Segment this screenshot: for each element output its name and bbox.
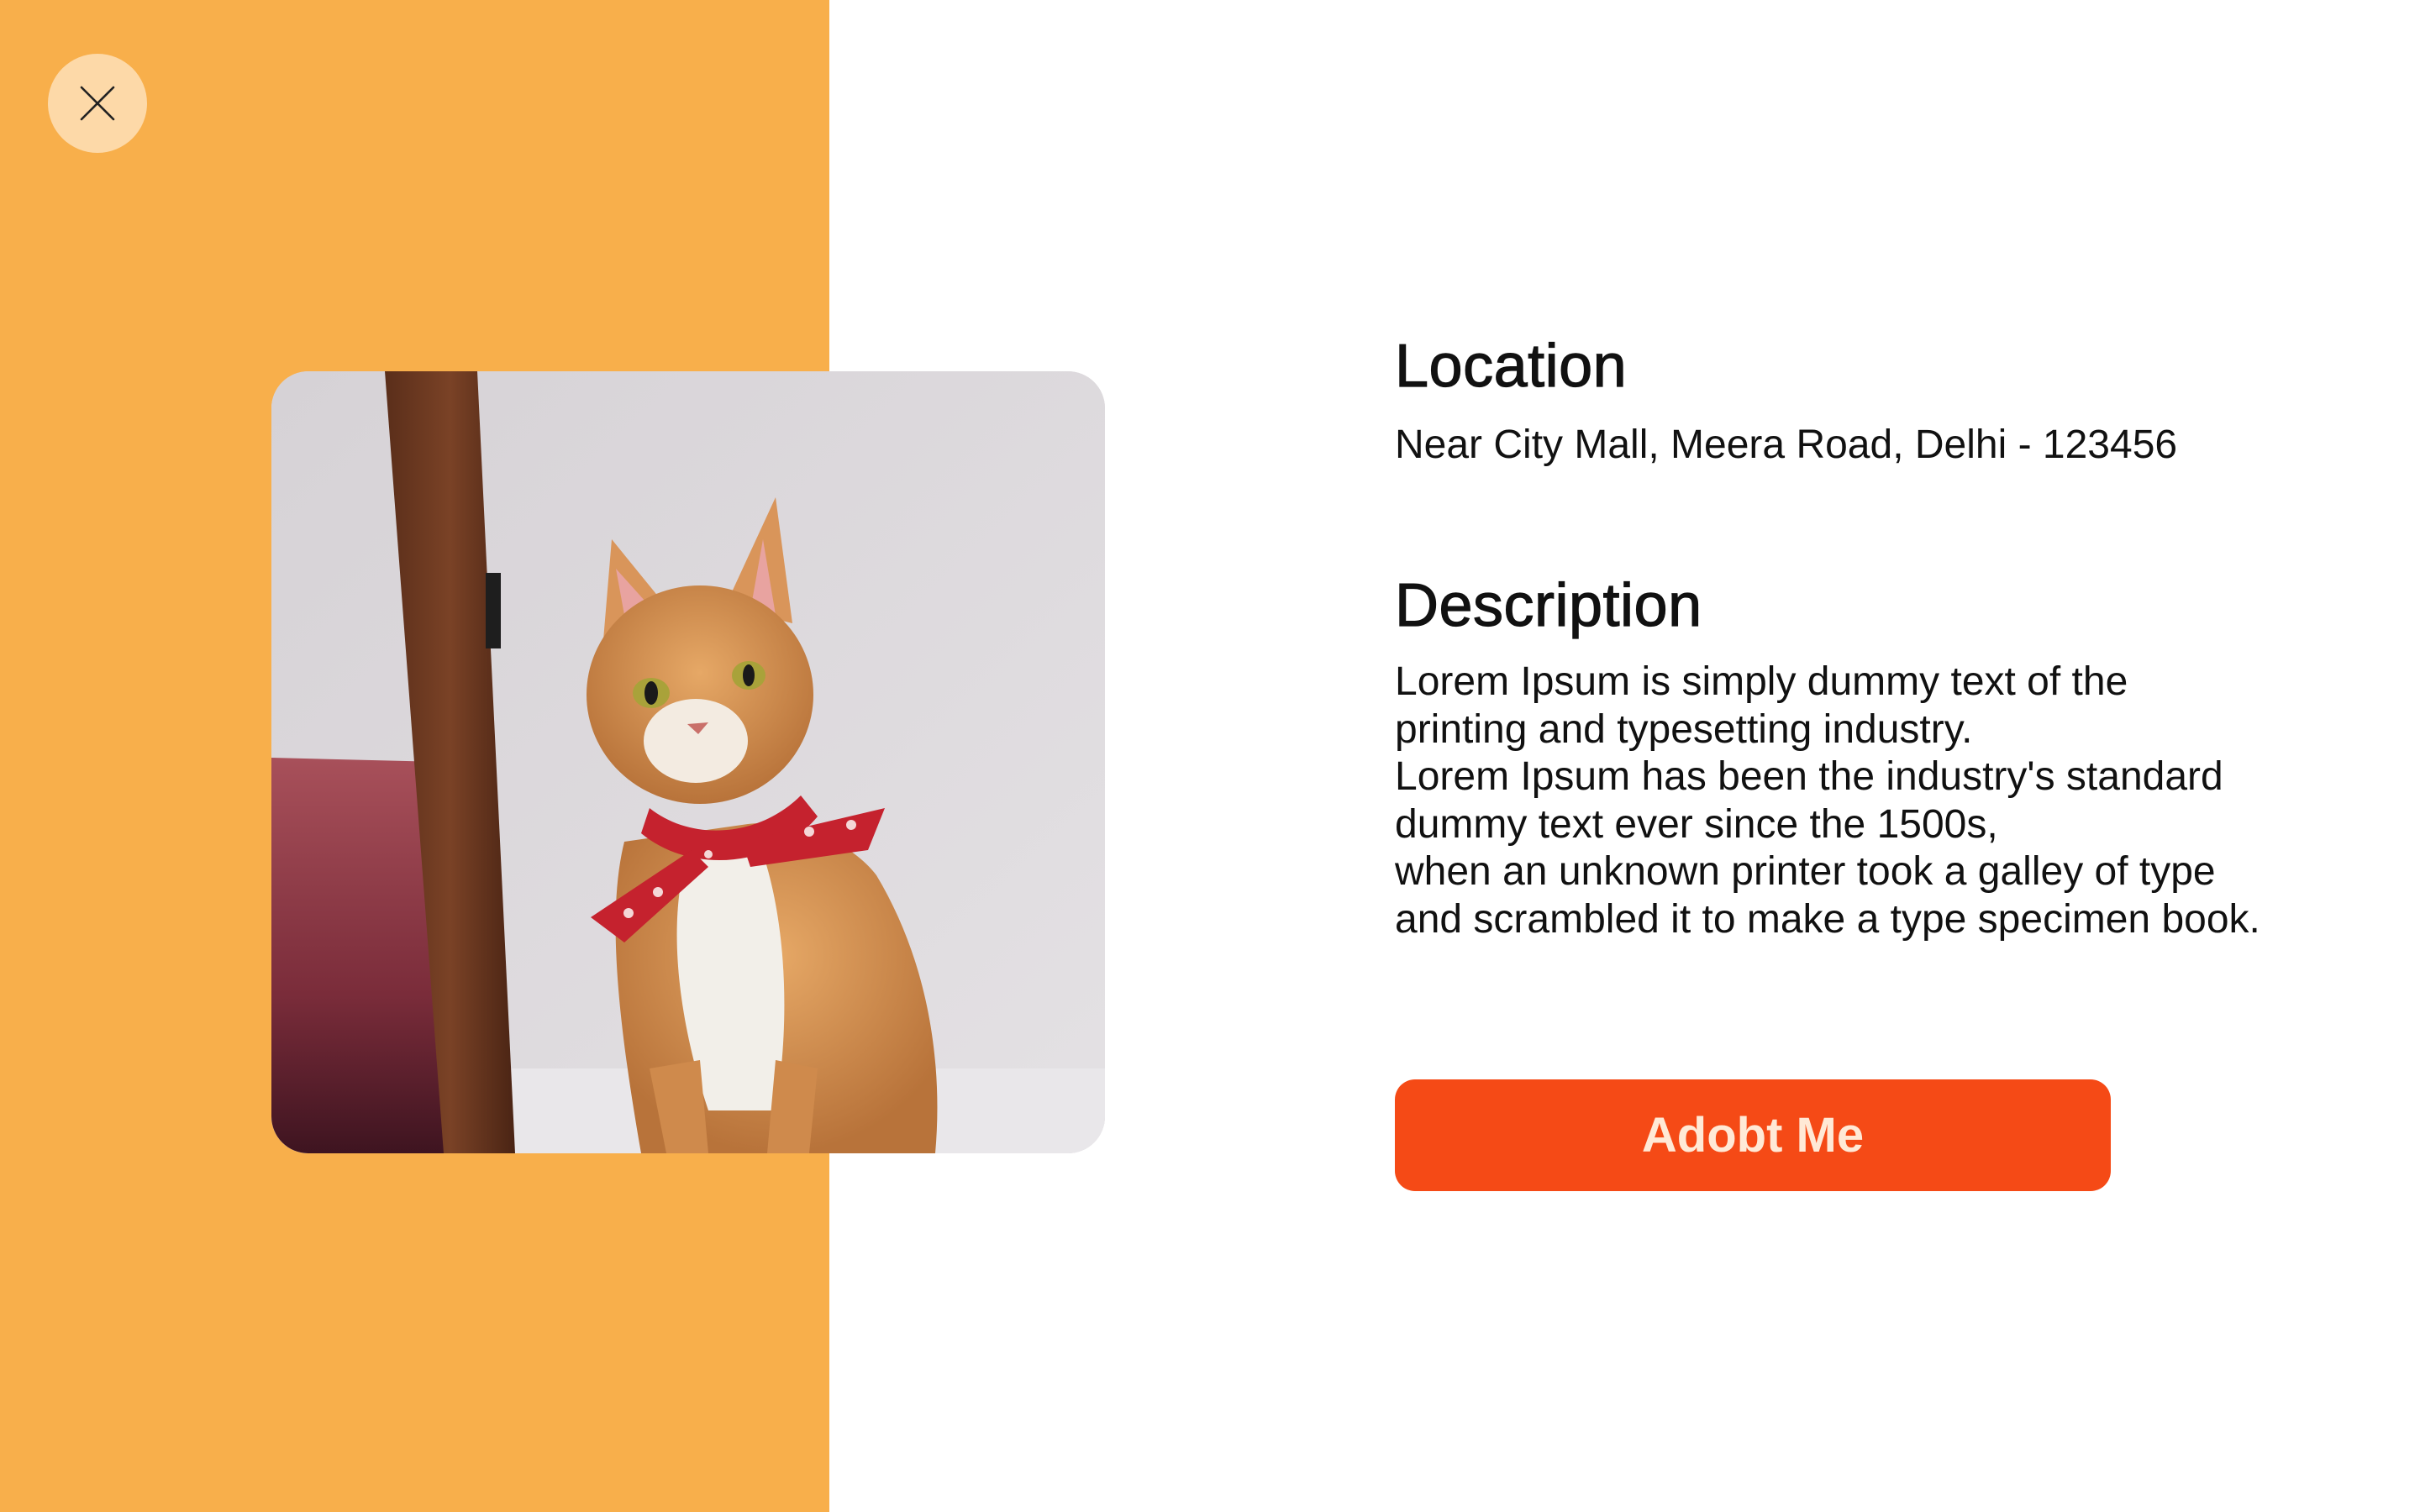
description-title: Description <box>1394 571 1702 639</box>
description-text: Lorem Ipsum is simply dummy text of the … <box>1395 659 2260 943</box>
description-line: dummy text ever since the 1500s, <box>1395 801 1998 847</box>
description-line: Lorem Ipsum has been the industry's stan… <box>1395 754 2223 799</box>
pet-photo <box>271 371 1105 1153</box>
close-icon <box>80 86 115 121</box>
location-address: Near City Mall, Meera Road, Delhi - 1234… <box>1395 423 2178 467</box>
adoption-detail-page: Location Near City Mall, Meera Road, Del… <box>0 0 2420 1512</box>
location-title: Location <box>1394 332 1628 400</box>
close-button[interactable] <box>48 54 147 153</box>
description-line: when an unknown printer took a galley of… <box>1395 849 2216 894</box>
description-line: printing and typesetting industry. <box>1395 706 1973 752</box>
description-line: Lorem Ipsum is simply dummy text of the <box>1395 659 2128 704</box>
description-line: and scrambled it to make a type specimen… <box>1395 896 2260 942</box>
cat-photo-illustration <box>271 371 1105 1153</box>
adopt-me-button[interactable]: Adobt Me <box>1395 1079 2111 1191</box>
